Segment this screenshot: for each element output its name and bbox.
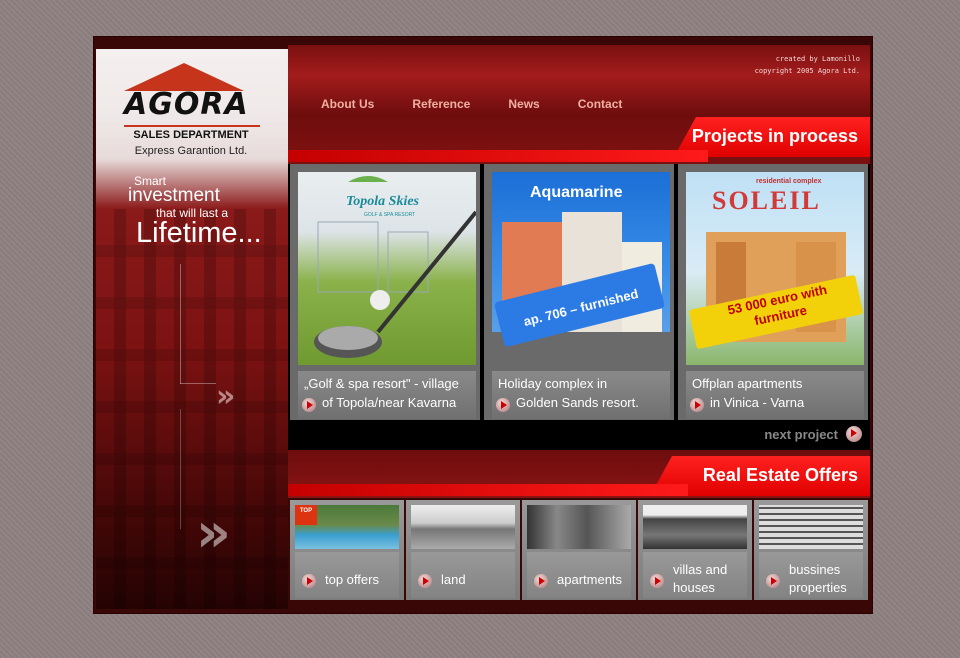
offer-label-text: apartments <box>557 572 623 587</box>
offer-image[interactable] <box>527 505 631 549</box>
project-caption[interactable]: Offplan apartments in Vinica - Varna <box>686 371 864 419</box>
offer-label[interactable]: apartments <box>527 552 631 598</box>
projects-title: Projects in process <box>691 126 858 146</box>
credit-author: created by Lamonillo <box>775 55 860 63</box>
play-icon[interactable] <box>302 398 316 412</box>
offer-image[interactable] <box>643 505 747 549</box>
copyright: copyright 2005 Agora Ltd. <box>754 67 860 75</box>
play-icon[interactable] <box>690 398 704 412</box>
decor-line <box>180 264 181 384</box>
project-caption-line2: of Topola/near Kavarna <box>322 395 457 410</box>
project-caption[interactable]: Holiday complex in Golden Sands resort. <box>492 371 670 419</box>
project-caption[interactable]: „Golf & spa resort" - village of Topola/… <box>298 371 476 419</box>
nav-reference[interactable]: Reference <box>412 97 470 111</box>
offer-label-text: bussines <box>789 562 841 577</box>
offer-label[interactable]: top offers <box>295 552 399 598</box>
building-background <box>96 209 288 609</box>
slogan-line-4: Lifetime... <box>136 217 262 249</box>
offer-label-text: villas and <box>673 562 728 577</box>
offer-label[interactable]: bussines properties <box>759 552 863 598</box>
nav-news[interactable]: News <box>508 97 539 111</box>
offer-label-text: land <box>441 572 466 587</box>
arrow-icon: » <box>196 501 231 564</box>
logo-underline <box>124 125 260 127</box>
next-project-button[interactable]: next project <box>764 426 862 442</box>
topola-logo-sub: GOLF & SPA RESORT <box>364 212 416 218</box>
offer-card-villas[interactable]: villas and houses <box>638 500 752 600</box>
play-icon[interactable] <box>534 574 548 588</box>
offer-image[interactable] <box>759 505 863 549</box>
project-caption-line1: Offplan apartments <box>692 376 803 391</box>
offer-card-top-offers[interactable]: TOP top offers <box>290 500 404 600</box>
aquamarine-title: Aquamarine <box>530 184 623 201</box>
offer-image[interactable]: TOP <box>295 505 399 549</box>
soleil-sub: residential complex <box>756 178 822 185</box>
red-stripe <box>288 150 708 162</box>
play-icon[interactable] <box>302 574 316 588</box>
project-card[interactable]: Topola Skies GOLF & SPA RESORT „Golf & s… <box>290 164 480 420</box>
offer-label[interactable]: villas and houses <box>643 552 747 598</box>
header-bar: created by Lamonillo copyright 2005 Agor… <box>288 45 870 165</box>
project-caption-line1: „Golf & spa resort" - village <box>304 376 459 391</box>
offer-card-business[interactable]: bussines properties <box>754 500 868 600</box>
offer-image[interactable] <box>411 505 515 549</box>
offer-label-text: houses <box>673 580 715 595</box>
next-project-label: next project <box>764 426 838 442</box>
offer-label[interactable]: land <box>411 552 515 598</box>
company-name: Express Garantion Ltd. <box>134 145 248 157</box>
arrow-icon: » <box>216 379 236 414</box>
next-arrow-icon[interactable] <box>846 426 862 442</box>
decor-line <box>180 383 216 384</box>
project-card[interactable]: Aquamarine ap. 706 – furnished Holiday c… <box>484 164 674 420</box>
credits: created by Lamonillo copyright 2005 Agor… <box>755 53 860 77</box>
projects-panel: Topola Skies GOLF & SPA RESORT „Golf & s… <box>288 164 870 450</box>
project-card[interactable]: residential complex SOLEIL 53 000 euro w… <box>678 164 868 420</box>
offers-title: Real Estate Offers <box>702 465 858 485</box>
topola-logo-text: Topola Skies <box>346 194 419 209</box>
offer-label-text: properties <box>789 580 847 595</box>
play-icon[interactable] <box>418 574 432 588</box>
main-nav: About Us Reference News Contact <box>321 97 660 111</box>
offer-card-land[interactable]: land <box>406 500 520 600</box>
nav-about-us[interactable]: About Us <box>321 97 374 111</box>
project-caption-line1: Holiday complex in <box>498 376 608 391</box>
play-icon[interactable] <box>496 398 510 412</box>
sales-department: SALES DEPARTMENT <box>133 129 249 141</box>
play-icon[interactable] <box>650 574 664 588</box>
project-caption-line2: Golden Sands resort. <box>516 395 639 410</box>
soleil-title: SOLEIL <box>712 186 821 215</box>
project-image[interactable]: Aquamarine ap. 706 – furnished <box>492 172 670 365</box>
play-icon[interactable] <box>766 574 780 588</box>
project-image[interactable]: Topola Skies GOLF & SPA RESORT <box>298 172 476 365</box>
project-caption-line2: in Vinica - Varna <box>710 395 805 410</box>
decor-line <box>180 409 181 529</box>
offer-card-apartments[interactable]: apartments <box>522 500 636 600</box>
nav-contact[interactable]: Contact <box>578 97 623 111</box>
red-stripe <box>288 484 688 496</box>
top-badge: TOP <box>295 505 317 525</box>
offers-panel: TOP top offers land apartments villas an… <box>288 498 870 606</box>
left-sidebar: AGORA SALES DEPARTMENT Express Garantion… <box>96 49 288 609</box>
project-image[interactable]: residential complex SOLEIL 53 000 euro w… <box>686 172 864 365</box>
slogan-line-2: investment <box>128 185 220 206</box>
offer-label-text: top offers <box>325 572 379 587</box>
logo[interactable]: AGORA <box>124 87 264 122</box>
